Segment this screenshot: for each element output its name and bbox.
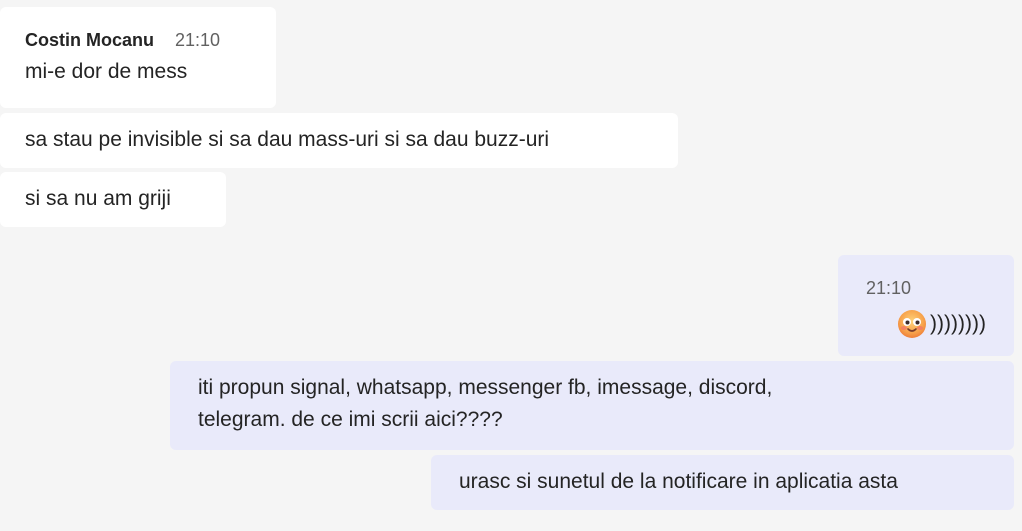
incoming-message-2[interactable]: sa stau pe invisible si sa dau mass-uri …: [0, 113, 678, 168]
sender-name: Costin Mocanu: [25, 30, 154, 50]
message-timestamp: 21:10: [866, 278, 912, 298]
outgoing-message-2[interactable]: iti propun signal, whatsapp, messenger f…: [170, 361, 1014, 450]
message-text: mi-e dor de mess: [25, 60, 188, 83]
message-timestamp: 21:10: [175, 30, 221, 50]
message-text: urasc si sunetul de la notificare in apl…: [459, 470, 898, 493]
message-header: Costin Mocanu 21:10: [25, 28, 276, 52]
incoming-message-3[interactable]: si sa nu am griji: [0, 172, 226, 227]
emoji-message: )))))))): [866, 308, 986, 340]
outgoing-message-3[interactable]: urasc si sunetul de la notificare in apl…: [431, 455, 1014, 510]
grinning-face-emoji-icon: [898, 310, 927, 338]
message-text-line-2: telegram. de ce imi scrii aici????: [198, 408, 503, 431]
incoming-message-1[interactable]: Costin Mocanu 21:10 mi-e dor de mess: [0, 7, 276, 108]
message-text: si sa nu am griji: [25, 187, 171, 210]
message-text: sa stau pe invisible si sa dau mass-uri …: [25, 128, 550, 151]
emoji-suffix-text: )))))))): [930, 312, 986, 335]
message-text-line-1: iti propun signal, whatsapp, messenger f…: [198, 376, 773, 399]
outgoing-message-1[interactable]: 21:10 )))))))): [838, 255, 1014, 356]
